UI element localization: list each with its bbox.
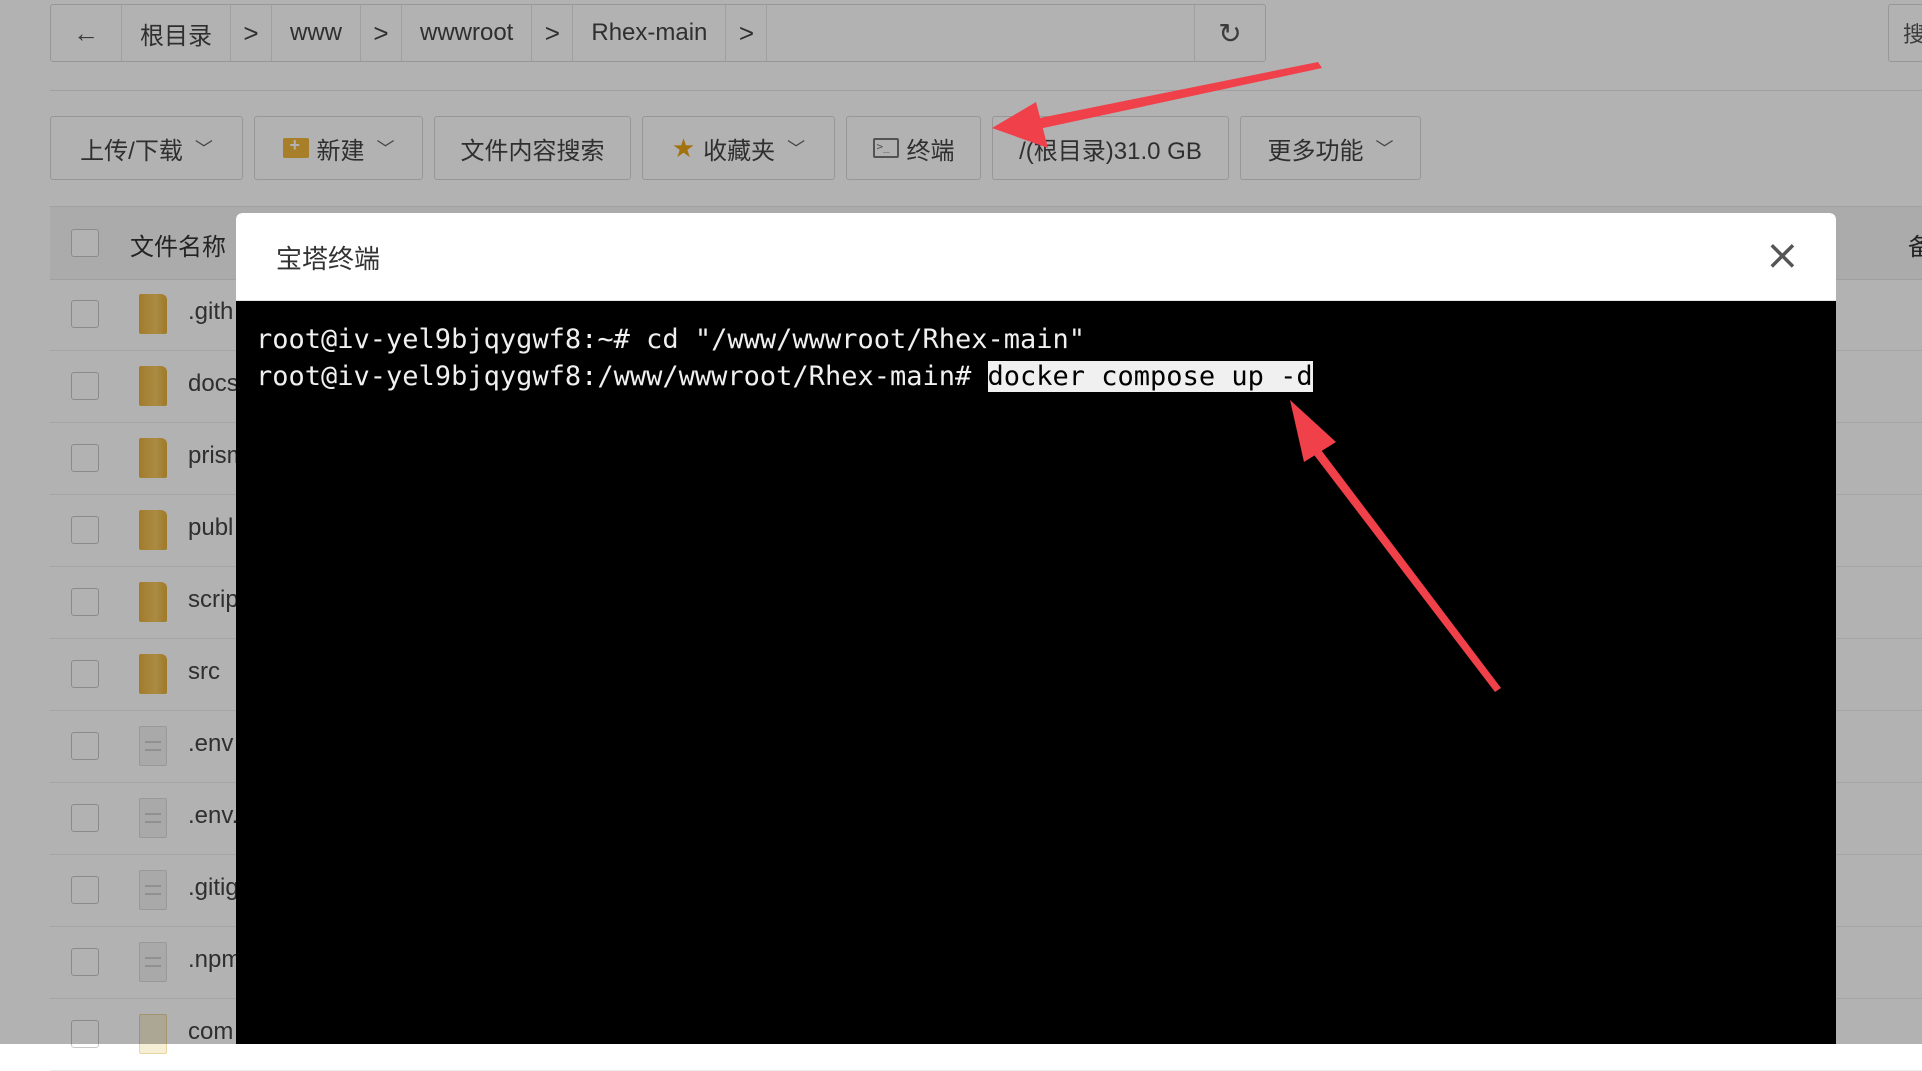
- annotation-arrow-icon: [992, 62, 1322, 148]
- annotation-arrows: [992, 62, 1501, 692]
- annotation-arrow-icon: [1290, 400, 1501, 692]
